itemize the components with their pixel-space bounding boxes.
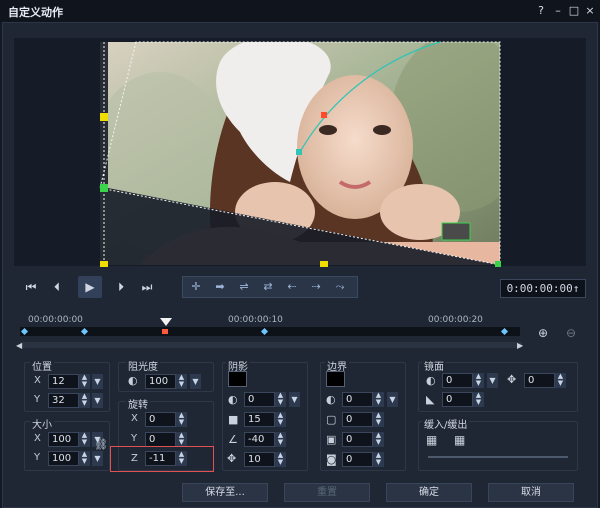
reverse-path-icon[interactable]: ⇌ [232,276,256,298]
skew-handle[interactable] [100,184,108,192]
timeline-label-2: 00:00:00:20 [428,315,483,325]
border-width-input[interactable]: 0 ▲ ▼ [342,412,384,427]
move-right-icon[interactable]: ⇢ [304,276,328,298]
shadow-distance-input[interactable]: 10 ▲ ▼ [244,452,286,467]
zoom-in-icon[interactable]: ⊕ [538,326,548,340]
border-soft-input[interactable]: 0 ▲ ▼ [342,452,384,467]
border-opacity-input[interactable]: 0 ▲ ▼ [342,392,384,407]
timeline-scrollbar[interactable] [20,342,522,348]
timeline-label-0: 00:00:00:00 [28,315,83,325]
opacity-input[interactable]: 100 ▲ ▼ [145,374,187,389]
border-fill-icon: ▣ [326,433,337,446]
border-width-icon: ▢ [326,413,337,426]
border-fill-input[interactable]: 0 ▲ ▼ [342,432,384,447]
size-x-input[interactable]: 100 ▲ ▼ [48,432,90,447]
timeline-label-1: 00:00:00:10 [228,315,283,325]
rotation-x-input[interactable]: 0 ▲ ▼ [145,412,187,427]
ease-in-icon[interactable]: ▦ [426,433,437,447]
go-to-end-icon[interactable]: ⏭ [134,276,160,298]
size-y-label: Y [34,452,41,463]
resize-handle-bottom-left[interactable] [100,261,108,267]
resize-handle-bottom-right[interactable] [495,261,501,267]
playhead-marker [162,329,168,334]
play-button[interactable]: ▶ [78,276,102,298]
mirror-opacity-icon: ◐ [426,374,436,387]
next-frame-icon[interactable]: ⏵ [108,276,134,298]
position-y-dropdown[interactable]: ▼ [92,393,103,408]
size-y-input[interactable]: 100 ▲ ▼ [48,451,90,466]
rotation-y-label: Y [131,433,138,444]
shadow-opacity-dropdown[interactable]: ▼ [289,392,300,407]
border-color-swatch[interactable] [326,371,345,387]
position-y-label: Y [34,394,41,405]
size-x-label: X [34,433,41,444]
go-to-start-icon[interactable]: ⏮ [18,276,44,298]
remove-keyframe-icon[interactable]: ➡ [208,276,232,298]
motion-path-node[interactable] [296,149,302,155]
timecode-display[interactable]: 0:00:00:00↑ [500,279,586,298]
shadow-object[interactable] [441,222,471,241]
opacity-label: 阻光度 [126,358,160,373]
mirror-label: 镜面 [422,358,446,373]
border-opacity-dropdown[interactable]: ▼ [387,392,398,407]
path-icon[interactable]: ⤳ [328,276,352,298]
shadow-color-swatch[interactable] [228,371,247,387]
ease-out-icon[interactable]: ▦ [454,433,465,447]
playhead[interactable] [160,318,172,326]
size-label: 大小 [30,416,54,431]
opacity-dropdown[interactable]: ▼ [190,374,201,389]
rotation-x-label: X [131,413,138,424]
shadow-blur-input[interactable]: 15 ▲ ▼ [244,412,286,427]
shadow-opacity-icon: ◐ [228,393,238,406]
previous-frame-icon[interactable]: ⏴ [44,276,70,298]
position-x-input[interactable]: 12 ▲ ▼ [48,374,90,389]
size-y-dropdown[interactable]: ▼ [92,451,103,466]
rotation-label: 旋转 [126,396,150,411]
ease-label: 缓入/缓出 [422,416,470,431]
scroll-left-icon[interactable]: ◀ [16,341,22,350]
swap-icon[interactable]: ⇄ [256,276,280,298]
mirror-distance-icon: ✥ [507,373,517,386]
position-x-label: X [34,375,41,386]
position-y-input[interactable]: 32 ▲ ▼ [48,393,90,408]
mirror-fade-input[interactable]: 0 ▲ ▼ [442,392,484,407]
resize-handle-left[interactable] [100,113,108,121]
save-to-button[interactable]: 保存至... [182,483,268,502]
link-aspect-icon[interactable]: ⛓ [94,438,108,451]
opacity-icon: ◐ [128,374,138,387]
position-label: 位置 [30,358,54,373]
zoom-out-icon[interactable]: ⊖ [566,326,576,340]
timeline-ruler[interactable] [20,327,520,336]
rotation-z-input[interactable]: -11 ▲ ▼ [145,451,187,466]
position-x-dropdown[interactable]: ▼ [92,374,103,389]
rotation-y-input[interactable]: 0 ▲ ▼ [145,432,187,447]
border-soft-icon: ◙ [326,453,337,466]
ease-slider[interactable] [428,456,568,458]
center-point-handle[interactable] [321,112,327,118]
border-opacity-icon: ◐ [326,393,336,406]
resize-handle-bottom[interactable] [320,261,328,267]
shadow-angle-input[interactable]: -40 ▲ ▼ [244,432,286,447]
reset-button[interactable]: 重置 [284,483,370,502]
mirror-opacity-input[interactable]: 0 ▲ ▼ [442,373,484,388]
mirror-distance-input[interactable]: 0 ▲ ▼ [524,373,566,388]
add-keyframe-icon[interactable]: ✛ [184,276,208,298]
shadow-opacity-input[interactable]: 0 ▲ ▼ [244,392,286,407]
mirror-fade-icon: ◣ [426,393,435,406]
scroll-right-icon[interactable]: ▶ [517,341,523,350]
shadow-blur-icon: ■ [228,413,239,426]
move-left-icon[interactable]: ⇠ [280,276,304,298]
shadow-distance-icon: ✥ [227,452,237,465]
ok-button[interactable]: 确定 [386,483,472,502]
shadow-angle-icon: ∠ [228,433,238,446]
cancel-button[interactable]: 取消 [488,483,574,502]
mirror-opacity-dropdown[interactable]: ▼ [487,373,498,388]
rotation-z-label: Z [131,453,138,464]
